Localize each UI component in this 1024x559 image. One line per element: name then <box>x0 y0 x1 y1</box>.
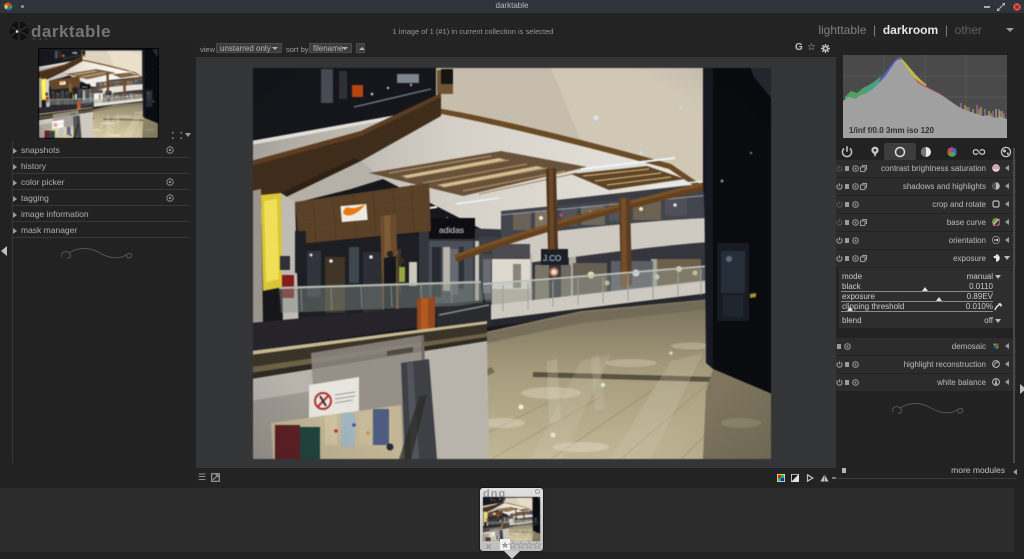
svg-text:1/inf f/0.0 3mm iso 120: 1/inf f/0.0 3mm iso 120 <box>849 126 934 135</box>
